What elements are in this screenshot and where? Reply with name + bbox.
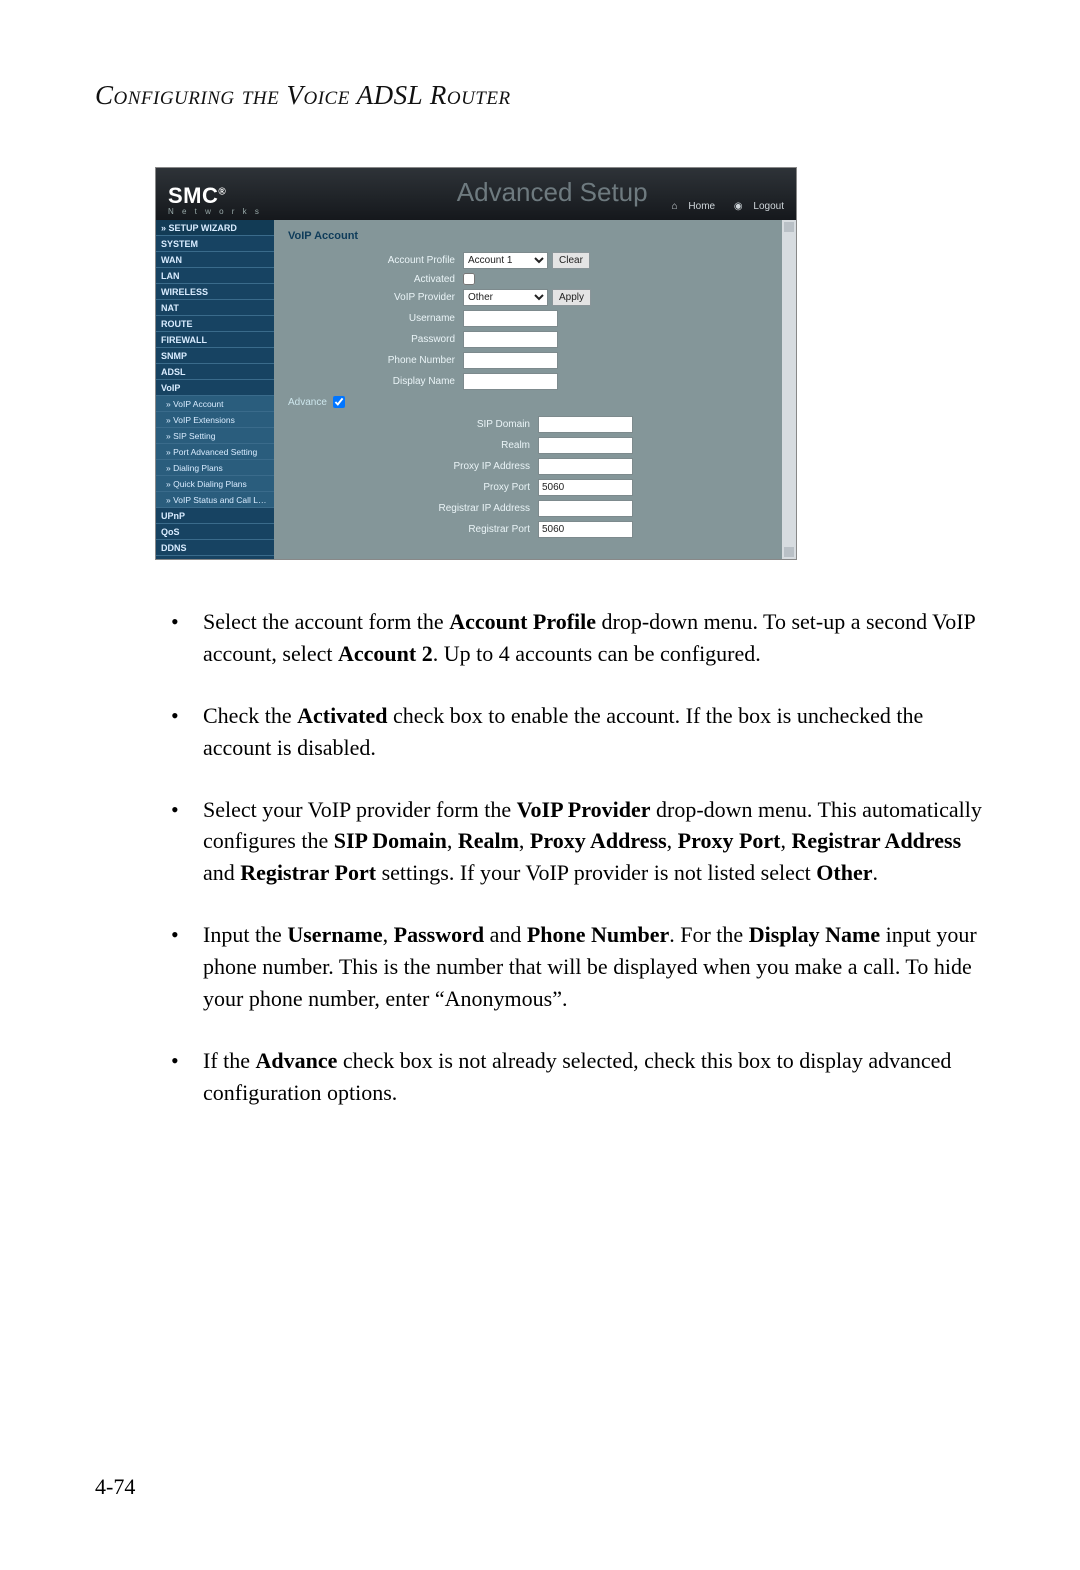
- nav-voip-extensions[interactable]: » VoIP Extensions: [156, 412, 274, 428]
- advanced-setup-title: Advanced Setup: [457, 177, 648, 208]
- sip-domain-input[interactable]: [538, 416, 633, 433]
- proxy-port-label: Proxy Port: [288, 482, 538, 493]
- advance-label: Advance: [288, 397, 327, 408]
- display-name-label: Display Name: [288, 376, 463, 387]
- nav-adsl[interactable]: ADSL: [156, 364, 274, 380]
- phone-number-input[interactable]: [463, 352, 558, 369]
- registrar-ip-input[interactable]: [538, 500, 633, 517]
- nav-wireless[interactable]: WIRELESS: [156, 284, 274, 300]
- logout-link[interactable]: ◉ Logout: [726, 201, 784, 212]
- password-input[interactable]: [463, 331, 558, 348]
- scrollbar[interactable]: [782, 220, 796, 559]
- header-links: ⌂ Home ◉ Logout: [656, 201, 784, 216]
- clear-button[interactable]: Clear: [552, 252, 590, 269]
- nav-firewall[interactable]: FIREWALL: [156, 332, 274, 348]
- screenshot-header: SMC® N e t w o r k s Advanced Setup ⌂ Ho…: [156, 168, 796, 220]
- proxy-port-input[interactable]: [538, 479, 633, 496]
- account-profile-select[interactable]: Account 1: [463, 252, 548, 269]
- registrar-port-label: Registrar Port: [288, 524, 538, 535]
- bullet-account-profile: Select the account form the Account Prof…: [171, 606, 985, 670]
- nav-tools[interactable]: TOOLS: [156, 556, 274, 559]
- router-screenshot: SMC® N e t w o r k s Advanced Setup ⌂ Ho…: [155, 167, 797, 560]
- voip-provider-label: VoIP Provider: [288, 292, 463, 303]
- nav-wan[interactable]: WAN: [156, 252, 274, 268]
- brand-logo: SMC®: [168, 183, 262, 209]
- nav-lan[interactable]: LAN: [156, 268, 274, 284]
- apply-button[interactable]: Apply: [552, 289, 591, 306]
- nav-route[interactable]: ROUTE: [156, 316, 274, 332]
- activated-checkbox[interactable]: [463, 273, 475, 285]
- nav-snmp[interactable]: SNMP: [156, 348, 274, 364]
- brand-subtext: N e t w o r k s: [168, 207, 262, 216]
- logo-block: SMC® N e t w o r k s: [168, 183, 262, 216]
- nav-ddns[interactable]: DDNS: [156, 540, 274, 556]
- proxy-ip-label: Proxy IP Address: [288, 461, 538, 472]
- proxy-ip-input[interactable]: [538, 458, 633, 475]
- nav-sip-setting[interactable]: » SIP Setting: [156, 428, 274, 444]
- home-icon: ⌂: [672, 201, 678, 212]
- page-number: 4-74: [95, 1474, 135, 1500]
- username-label: Username: [288, 313, 463, 324]
- nav-upnp[interactable]: UPnP: [156, 508, 274, 524]
- password-label: Password: [288, 334, 463, 345]
- account-profile-label: Account Profile: [288, 255, 463, 266]
- realm-label: Realm: [288, 440, 538, 451]
- nav-voip[interactable]: VoIP: [156, 380, 274, 396]
- body-text: Select the account form the Account Prof…: [95, 606, 985, 1109]
- bullet-advance: If the Advance check box is not already …: [171, 1045, 985, 1109]
- nav-voip-status[interactable]: » VoIP Status and Call Logs: [156, 492, 274, 508]
- nav-quick-dialing[interactable]: » Quick Dialing Plans: [156, 476, 274, 492]
- panel-title: VoIP Account: [288, 230, 782, 242]
- display-name-input[interactable]: [463, 373, 558, 390]
- nav-voip-account[interactable]: » VoIP Account: [156, 396, 274, 412]
- bullet-voip-provider: Select your VoIP provider form the VoIP …: [171, 794, 985, 890]
- bullet-activated: Check the Activated check box to enable …: [171, 700, 985, 764]
- main-panel: VoIP Account Account Profile Account 1 C…: [274, 220, 796, 559]
- logout-icon: ◉: [734, 201, 743, 212]
- activated-label: Activated: [288, 274, 463, 285]
- username-input[interactable]: [463, 310, 558, 327]
- nav-port-advanced[interactable]: » Port Advanced Setting: [156, 444, 274, 460]
- bullet-credentials: Input the Username, Password and Phone N…: [171, 919, 985, 1015]
- home-link[interactable]: ⌂ Home: [664, 201, 716, 212]
- nav-nat[interactable]: NAT: [156, 300, 274, 316]
- nav-system[interactable]: SYSTEM: [156, 236, 274, 252]
- nav-dialing-plans[interactable]: » Dialing Plans: [156, 460, 274, 476]
- sidebar-nav: » SETUP WIZARD SYSTEM WAN LAN WIRELESS N…: [156, 220, 274, 559]
- realm-input[interactable]: [538, 437, 633, 454]
- sip-domain-label: SIP Domain: [288, 419, 538, 430]
- registrar-ip-label: Registrar IP Address: [288, 503, 538, 514]
- chapter-title: Configuring the Voice ADSL Router: [95, 80, 985, 111]
- nav-qos[interactable]: QoS: [156, 524, 274, 540]
- phone-number-label: Phone Number: [288, 355, 463, 366]
- nav-setup-wizard[interactable]: » SETUP WIZARD: [156, 220, 274, 236]
- advance-checkbox[interactable]: [333, 396, 345, 408]
- registrar-port-input[interactable]: [538, 521, 633, 538]
- voip-provider-select[interactable]: Other: [463, 289, 548, 306]
